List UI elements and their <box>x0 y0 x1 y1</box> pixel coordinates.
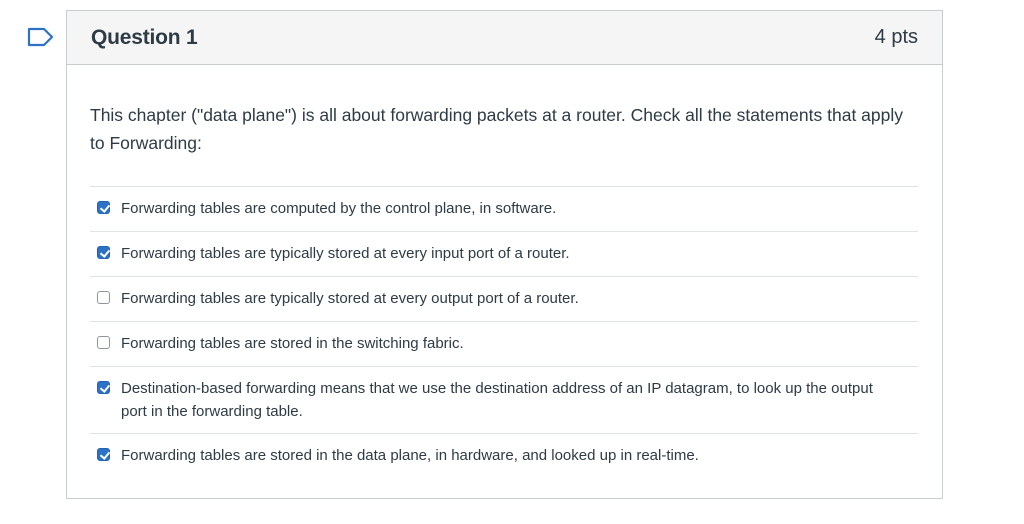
answer-option[interactable]: Forwarding tables are stored in the swit… <box>90 322 918 367</box>
question-body: This chapter ("data plane") is all about… <box>67 65 942 479</box>
answer-list: Forwarding tables are computed by the co… <box>90 186 918 479</box>
answer-label[interactable]: Forwarding tables are typically stored a… <box>121 242 891 265</box>
answer-label[interactable]: Forwarding tables are typically stored a… <box>121 287 891 310</box>
answer-checkbox[interactable] <box>97 201 110 214</box>
answer-option[interactable]: Destination-based forwarding means that … <box>90 367 918 434</box>
question-title: Question 1 <box>91 25 198 49</box>
answer-checkbox[interactable] <box>97 381 110 394</box>
answer-label[interactable]: Forwarding tables are stored in the data… <box>121 444 891 467</box>
answer-option[interactable]: Forwarding tables are typically stored a… <box>90 232 918 277</box>
answer-checkbox[interactable] <box>97 246 110 259</box>
answer-label[interactable]: Forwarding tables are computed by the co… <box>121 197 891 220</box>
question-points: 4 pts <box>874 26 918 48</box>
answer-option[interactable]: Forwarding tables are stored in the data… <box>90 434 918 479</box>
answer-option[interactable]: Forwarding tables are computed by the co… <box>90 187 918 232</box>
answer-label[interactable]: Destination-based forwarding means that … <box>121 377 891 423</box>
answer-label[interactable]: Forwarding tables are stored in the swit… <box>121 332 891 355</box>
answer-checkbox[interactable] <box>97 448 110 461</box>
question-header: Question 1 4 pts <box>67 11 942 65</box>
question-text: This chapter ("data plane") is all about… <box>90 105 903 153</box>
answer-checkbox[interactable] <box>97 336 110 349</box>
flag-outline-icon <box>27 27 54 47</box>
question-card: Question 1 4 pts This chapter ("data pla… <box>66 10 943 499</box>
flag-question-button[interactable] <box>27 27 55 47</box>
answer-checkbox[interactable] <box>97 291 110 304</box>
answer-option[interactable]: Forwarding tables are typically stored a… <box>90 277 918 322</box>
